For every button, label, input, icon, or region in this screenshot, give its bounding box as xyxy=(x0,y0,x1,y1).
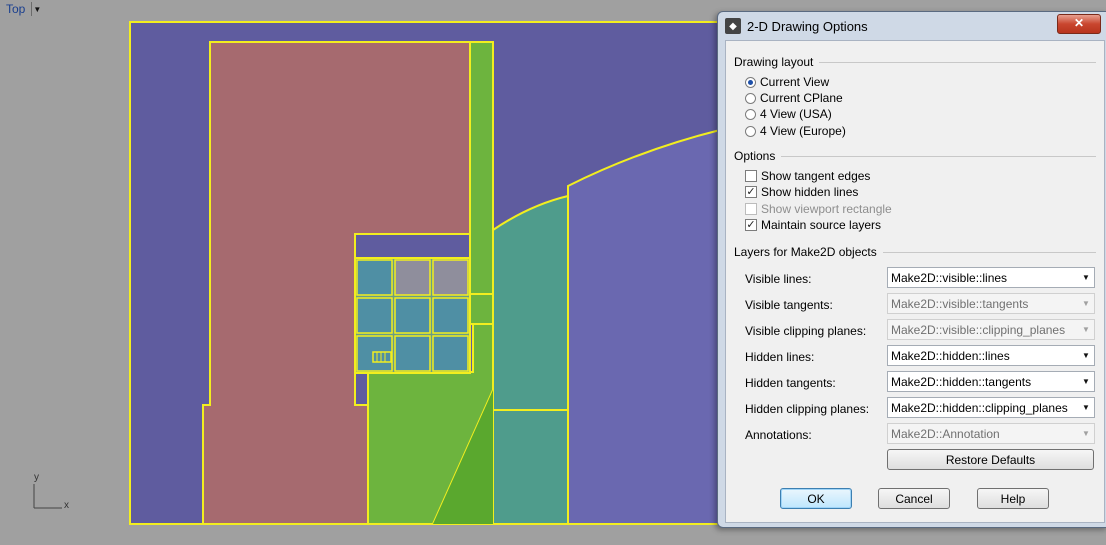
layer-label-visible-tangents: Visible tangents: xyxy=(745,298,833,312)
layer-select-visible-clipping-planes: Make2D::visible::clipping_planes ▼ xyxy=(887,319,1095,340)
rhino-app-icon: ◆ xyxy=(725,18,741,34)
green-strip xyxy=(469,41,494,299)
cell xyxy=(394,297,431,334)
layer-select-visible-tangents: Make2D::visible::tangents ▼ xyxy=(887,293,1095,314)
checkbox xyxy=(745,203,757,215)
layer-label-hidden-lines: Hidden lines: xyxy=(745,350,815,364)
radio-button[interactable] xyxy=(745,76,756,88)
select-value: Make2D::hidden::clipping_planes xyxy=(891,400,1068,415)
cell xyxy=(432,335,469,372)
radio-4-view-europe[interactable]: 4 View (Europe) xyxy=(745,123,846,139)
cell xyxy=(356,335,393,372)
dropdown-arrow-icon[interactable]: ▼ xyxy=(1078,351,1094,360)
viewport-title[interactable]: Top ▼ xyxy=(2,1,42,17)
axis-indicator: y x xyxy=(28,470,88,520)
dropdown-arrow-icon: ▼ xyxy=(1082,429,1090,438)
checkbox[interactable]: ✓ xyxy=(745,186,757,198)
divider xyxy=(882,251,1096,253)
checkbox-label: Show viewport rectangle xyxy=(761,202,892,216)
radio-button[interactable] xyxy=(745,125,756,137)
ok-button[interactable]: OK xyxy=(780,488,852,509)
radio-4-view-usa[interactable]: 4 View (USA) xyxy=(745,106,832,122)
select-value: Make2D::Annotation xyxy=(891,426,1000,441)
select-value: Make2D::hidden::tangents xyxy=(891,374,1032,389)
checkbox-label: Maintain source layers xyxy=(761,218,882,232)
cancel-button[interactable]: Cancel xyxy=(878,488,950,509)
layer-select-visible-lines[interactable]: Make2D::visible::lines ▼ xyxy=(887,267,1095,288)
layer-label-annotations: Annotations: xyxy=(745,428,812,442)
close-button[interactable]: ✕ xyxy=(1057,14,1101,34)
radio-current-cplane[interactable]: Current CPlane xyxy=(745,90,843,106)
layer-select-hidden-lines[interactable]: Make2D::hidden::lines ▼ xyxy=(887,345,1095,366)
cell xyxy=(394,259,431,296)
dropdown-arrow-icon[interactable]: ▼ xyxy=(1078,377,1094,386)
layer-label-hidden-clipping-planes: Hidden clipping planes: xyxy=(745,402,870,416)
radio-label: Current CPlane xyxy=(760,91,843,105)
checkbox[interactable] xyxy=(745,170,757,182)
check-maintain-source-layers[interactable]: ✓ Maintain source layers xyxy=(745,217,881,233)
divider xyxy=(819,61,1096,63)
radio-button[interactable] xyxy=(745,108,756,120)
divider xyxy=(781,155,1096,157)
layers-group: Layers for Make2D objects xyxy=(734,245,1096,259)
curved-region xyxy=(567,128,721,525)
dropdown-arrow-icon[interactable]: ▼ xyxy=(1078,273,1094,282)
help-button[interactable]: Help xyxy=(977,488,1049,509)
layer-select-annotations: Make2D::Annotation ▼ xyxy=(887,423,1095,444)
options-heading: Options xyxy=(734,149,776,163)
checkbox-label: Show hidden lines xyxy=(761,185,859,199)
checkbox-label: Show tangent edges xyxy=(761,169,871,183)
layers-heading: Layers for Make2D objects xyxy=(734,245,877,259)
drawing-layout-heading: Drawing layout xyxy=(734,55,814,69)
cell xyxy=(432,259,469,296)
viewport-name[interactable]: Top xyxy=(2,2,29,16)
check-show-hidden-lines[interactable]: ✓ Show hidden lines xyxy=(745,184,858,200)
options-group: Options xyxy=(734,149,1096,163)
dropdown-arrow-icon: ▼ xyxy=(1082,299,1090,308)
teal-region xyxy=(492,194,569,525)
layer-label-visible-clipping-planes: Visible clipping planes: xyxy=(745,324,867,338)
checkbox[interactable]: ✓ xyxy=(745,219,757,231)
cell xyxy=(432,297,469,334)
dialog-title: 2-D Drawing Options xyxy=(747,18,868,34)
layer-select-hidden-clipping-planes[interactable]: Make2D::hidden::clipping_planes ▼ xyxy=(887,397,1095,418)
drawing-options-dialog: ◆ 2-D Drawing Options ✕ Drawing layout C… xyxy=(717,11,1106,528)
dialog-content: Drawing layout Current View Current CPla… xyxy=(725,40,1105,523)
y-axis-label: y xyxy=(34,472,39,483)
radio-label: Current View xyxy=(760,75,830,89)
layer-label-visible-lines: Visible lines: xyxy=(745,272,812,286)
select-value: Make2D::visible::tangents xyxy=(891,296,1029,311)
radio-button[interactable] xyxy=(745,92,756,104)
dropdown-arrow-icon: ▼ xyxy=(1082,325,1090,334)
dialog-titlebar[interactable]: ◆ 2-D Drawing Options ✕ xyxy=(718,12,1106,40)
cell xyxy=(394,335,431,372)
layer-label-hidden-tangents: Hidden tangents: xyxy=(745,376,836,390)
restore-defaults-button[interactable]: Restore Defaults xyxy=(887,449,1094,470)
cell xyxy=(356,297,393,334)
x-axis-label: x xyxy=(64,500,69,511)
radio-current-view[interactable]: Current View xyxy=(745,74,829,90)
select-value: Make2D::visible::clipping_planes xyxy=(891,322,1066,337)
select-value: Make2D::visible::lines xyxy=(891,270,1008,285)
viewport-menu-icon[interactable]: ▼ xyxy=(31,2,42,16)
select-value: Make2D::hidden::lines xyxy=(891,348,1010,363)
drawing-layout-group: Drawing layout xyxy=(734,55,1096,69)
notch xyxy=(354,233,471,259)
layer-select-hidden-tangents[interactable]: Make2D::hidden::tangents ▼ xyxy=(887,371,1095,392)
radio-label: 4 View (USA) xyxy=(760,107,832,121)
check-show-tangent-edges[interactable]: Show tangent edges xyxy=(745,168,870,184)
dropdown-arrow-icon[interactable]: ▼ xyxy=(1078,403,1094,412)
check-show-viewport-rectangle: Show viewport rectangle xyxy=(745,201,892,217)
cell xyxy=(356,259,393,296)
radio-label: 4 View (Europe) xyxy=(760,124,846,138)
